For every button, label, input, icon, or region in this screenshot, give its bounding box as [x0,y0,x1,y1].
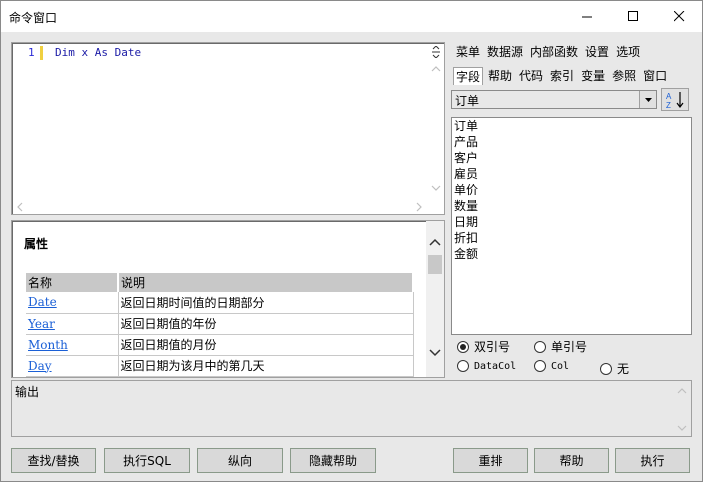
close-button[interactable] [656,1,702,32]
property-description: 返回日期为该月中的第几天 [118,355,414,377]
property-link[interactable]: Month [26,334,119,356]
radio-col[interactable]: Col [534,360,569,372]
property-description: 返回日期值的月份 [118,334,414,356]
radio-label: Col [551,360,570,372]
vertical-button[interactable]: 纵向 [197,448,283,473]
radio-single-quote[interactable]: 单引号 [534,338,587,355]
minimize-icon [581,16,592,18]
maximize-icon [627,11,638,21]
sort-az-icon: A Z [666,92,684,109]
list-item[interactable]: 雇员 [452,166,691,182]
tab-index[interactable]: 索引 [550,67,574,85]
list-item[interactable]: 日期 [452,214,691,230]
line-number: 1 [28,46,35,59]
rearrange-button[interactable]: 重排 [453,448,528,473]
scroll-up-icon[interactable] [429,238,441,246]
scroll-up-icon[interactable] [677,387,687,394]
maximize-button[interactable] [610,1,656,32]
scroll-down-icon[interactable] [429,349,441,357]
properties-table: 名称 说明 Date 返回日期时间值的日期部分 Year 返回日期值的年份 Mo… [26,273,414,377]
list-item[interactable]: 产品 [452,134,691,150]
radio-indicator[interactable] [457,340,469,353]
tab-row-2: 字段 帮助 代码 索引 变量 参照 窗口 [453,67,674,85]
table-row: Year 返回日期值的年份 [26,313,414,335]
exec-sql-button[interactable]: 执行SQL [104,448,190,473]
code-line[interactable]: Dim x As Date [55,46,141,59]
radio-label: 无 [617,362,630,376]
scroll-right-icon[interactable] [416,202,423,212]
minimize-button[interactable] [564,1,610,32]
output-panel[interactable]: 输出 [11,380,692,437]
table-row: Date 返回日期时间值的日期部分 [26,292,414,314]
tab-menu[interactable]: 菜单 [456,43,480,60]
radio-none[interactable]: 无 [600,360,629,377]
radio-indicator[interactable] [534,340,546,353]
property-description: 返回日期值的年份 [118,313,414,335]
properties-scrollbar[interactable] [426,221,444,377]
properties-panel: 属性 名称 说明 Date 返回日期时间值的日期部分 Year 返回日期值的年份… [11,220,445,378]
table-select[interactable]: 订单 [451,90,657,109]
radio-indicator[interactable] [600,362,612,375]
column-header-name: 名称 [26,273,119,292]
properties-heading: 属性 [24,237,49,251]
tab-code[interactable]: 代码 [519,67,543,85]
column-header-desc: 说明 [118,273,414,292]
tab-settings[interactable]: 设置 [585,43,609,60]
radio-double-quote[interactable]: 双引号 [457,338,510,355]
scroll-down-icon[interactable] [677,425,687,432]
scroll-up-icon[interactable] [431,65,441,72]
radio-label: 单引号 [551,340,588,354]
execute-button[interactable]: 执行 [615,448,690,473]
chevron-down-icon[interactable] [639,91,656,108]
tab-window[interactable]: 窗口 [643,67,667,85]
tab-options[interactable]: 选项 [616,43,640,60]
property-link[interactable]: Day [26,355,119,377]
svg-text:Z: Z [666,101,671,109]
radio-indicator[interactable] [534,360,546,372]
command-window: 命令窗口 1 Dim x As Date 属性 名称 说明 Date 返回日期时… [0,0,703,482]
radio-indicator[interactable] [457,360,469,372]
hide-help-button[interactable]: 隐藏帮助 [290,448,376,473]
tab-help[interactable]: 帮助 [488,67,512,85]
window-title: 命令窗口 [9,11,58,25]
split-icon[interactable] [431,46,441,58]
property-link[interactable]: Date [26,292,119,314]
title-bar: 命令窗口 [1,1,702,32]
window-client: 1 Dim x As Date 属性 名称 说明 Date 返回日期时间值的日期… [1,32,702,481]
code-editor[interactable]: 1 Dim x As Date [11,42,445,215]
list-item[interactable]: 单价 [452,182,691,198]
radio-datacol[interactable]: DataCol [457,360,516,372]
current-line-marker [40,46,43,60]
scrollbar-thumb[interactable] [428,255,442,274]
tab-variables[interactable]: 变量 [581,67,605,85]
list-item[interactable]: 数量 [452,198,691,214]
field-list[interactable]: 订单 产品 客户 雇员 单价 数量 日期 折扣 金额 [451,117,692,335]
tab-fields[interactable]: 字段 [453,67,484,85]
table-row: Month 返回日期值的月份 [26,334,414,356]
list-item[interactable]: 金额 [452,246,691,262]
svg-text:A: A [666,92,672,101]
property-link[interactable]: Year [26,313,119,335]
table-select-value: 订单 [455,94,480,108]
tab-datasource[interactable]: 数据源 [487,43,523,60]
tab-references[interactable]: 参照 [612,67,636,85]
editor-vertical-scrollbar[interactable] [428,43,444,199]
help-button[interactable]: 帮助 [534,448,609,473]
tab-row-1: 菜单 数据源 内部函数 设置 选项 [456,43,647,60]
list-item[interactable]: 客户 [452,150,691,166]
radio-label: 双引号 [474,340,511,354]
editor-horizontal-scrollbar[interactable] [12,198,430,214]
table-row: Day 返回日期为该月中的第几天 [26,355,414,377]
radio-label: DataCol [474,360,517,372]
scroll-left-icon[interactable] [16,202,23,212]
scroll-down-icon[interactable] [431,185,441,192]
close-icon [673,11,684,22]
tab-functions[interactable]: 内部函数 [530,43,578,60]
find-replace-button[interactable]: 查找/替换 [11,448,96,473]
output-label: 输出 [15,385,40,399]
sort-az-button[interactable]: A Z [661,88,689,111]
property-description: 返回日期时间值的日期部分 [118,292,414,314]
list-item[interactable]: 订单 [452,118,691,134]
list-item[interactable]: 折扣 [452,230,691,246]
